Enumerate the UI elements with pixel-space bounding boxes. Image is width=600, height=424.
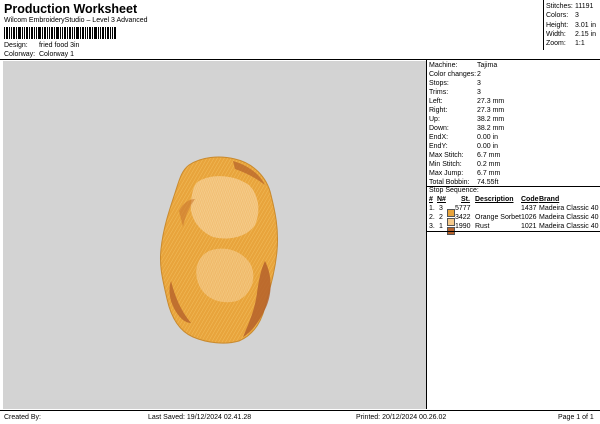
info-value: 6.7 mm: [477, 170, 501, 177]
barcode: [4, 27, 116, 39]
last-saved: Last Saved: 19/12/2024 02.41.28: [148, 414, 252, 421]
column-header: N#: [437, 196, 446, 203]
thread-brand: Madeira Classic 40: [539, 214, 599, 221]
design-canvas: [3, 61, 426, 409]
column-header: Description: [475, 196, 514, 203]
thread-brand: Madeira Classic 40: [539, 205, 599, 212]
info-label: Min Stitch:: [429, 161, 462, 168]
column-header: St.: [461, 196, 470, 203]
stat-label: Width:: [546, 31, 566, 38]
stats-divider: [543, 0, 544, 50]
info-value: 38.2 mm: [477, 116, 505, 123]
table-row: 3.: [429, 222, 435, 231]
design-value: fried food 3in: [38, 42, 80, 49]
printed-date: Printed: 20/12/2024 00.26.02: [356, 414, 447, 421]
info-label: Down:: [429, 125, 449, 132]
info-label: Up:: [429, 116, 440, 123]
stat-value: 2.15 in: [575, 31, 597, 38]
software-subtitle: Wilcom EmbroideryStudio – Level 3 Advanc…: [4, 17, 148, 24]
info-label: Stops:: [429, 80, 449, 87]
info-value: 3: [477, 80, 481, 87]
table-row: 1.: [429, 204, 435, 213]
colorway-row: Colorway: Colorway 1: [4, 50, 74, 59]
info-value: 0.00 in: [477, 143, 499, 150]
info-value: 2: [477, 71, 481, 78]
thread-code: 1437: [521, 205, 537, 212]
info-value: 27.3 mm: [477, 107, 505, 114]
info-value: 6.7 mm: [477, 152, 501, 159]
row-index: 1.: [429, 205, 435, 212]
needle-number: 3: [439, 205, 443, 212]
stat-value: 3: [575, 12, 579, 19]
info-value: 0.2 mm: [477, 161, 501, 168]
info-value: Tajima: [477, 62, 498, 69]
stop-sequence-title: Stop Sequence:: [429, 187, 479, 194]
row-index: 3.: [429, 223, 435, 230]
stat-label: Colors:: [546, 12, 569, 19]
needle-number: 1: [439, 223, 443, 230]
info-label: Machine:: [429, 62, 458, 69]
needle-number: 2: [439, 214, 443, 221]
info-value: 3: [477, 89, 481, 96]
thread-code: 1026: [521, 214, 537, 221]
info-label: EndY:: [429, 143, 448, 150]
stat-value: 3.01 in: [575, 22, 597, 29]
created-by: Created By:: [4, 414, 41, 421]
info-label: Left:: [429, 98, 443, 105]
stat-label: Stitches:: [546, 3, 573, 10]
panel-divider: [426, 59, 427, 409]
stat-value: 1:1: [575, 40, 585, 47]
info-value: 27.3 mm: [477, 98, 505, 105]
page-title: Production Worksheet: [4, 2, 138, 16]
header-divider: [0, 59, 600, 60]
info-value: 38.2 mm: [477, 125, 505, 132]
thread-brand: Madeira Classic 40: [539, 223, 599, 230]
info-label: Max Stitch:: [429, 152, 464, 159]
info-label: Max Jump:: [429, 170, 464, 177]
thread-description: Orange Sorbet: [475, 214, 521, 221]
thread-description: Rust: [475, 223, 490, 230]
info-label: Trims:: [429, 89, 449, 96]
page-number: Page 1 of 1: [558, 414, 594, 421]
info-value: 0.00 in: [477, 134, 499, 141]
column-header: Brand: [539, 196, 560, 203]
stitch-count: 5777: [455, 205, 471, 212]
stat-label: Zoom:: [546, 40, 566, 47]
design-label: Design:: [4, 42, 28, 49]
table-bottom-divider: [426, 231, 600, 232]
table-row: 2.: [429, 213, 435, 222]
stat-label: Height:: [546, 22, 569, 29]
info-label: EndX:: [429, 134, 449, 141]
thread-code: 1021: [521, 223, 537, 230]
column-header: Code: [521, 196, 539, 203]
info-label: Color changes:: [429, 71, 477, 78]
colorway-value: Colorway 1: [38, 51, 74, 58]
footer-divider: [0, 410, 600, 411]
design-row: Design: fried food 3in: [4, 41, 79, 50]
info-label: Right:: [429, 107, 448, 114]
stitch-count: 3422: [455, 214, 471, 221]
row-index: 2.: [429, 214, 435, 221]
stat-value: 11191: [575, 3, 594, 10]
colorway-label: Colorway:: [4, 51, 36, 58]
column-header: #: [429, 196, 433, 203]
stitch-count: 1990: [455, 223, 471, 230]
embroidery-design-preview: [160, 156, 278, 344]
